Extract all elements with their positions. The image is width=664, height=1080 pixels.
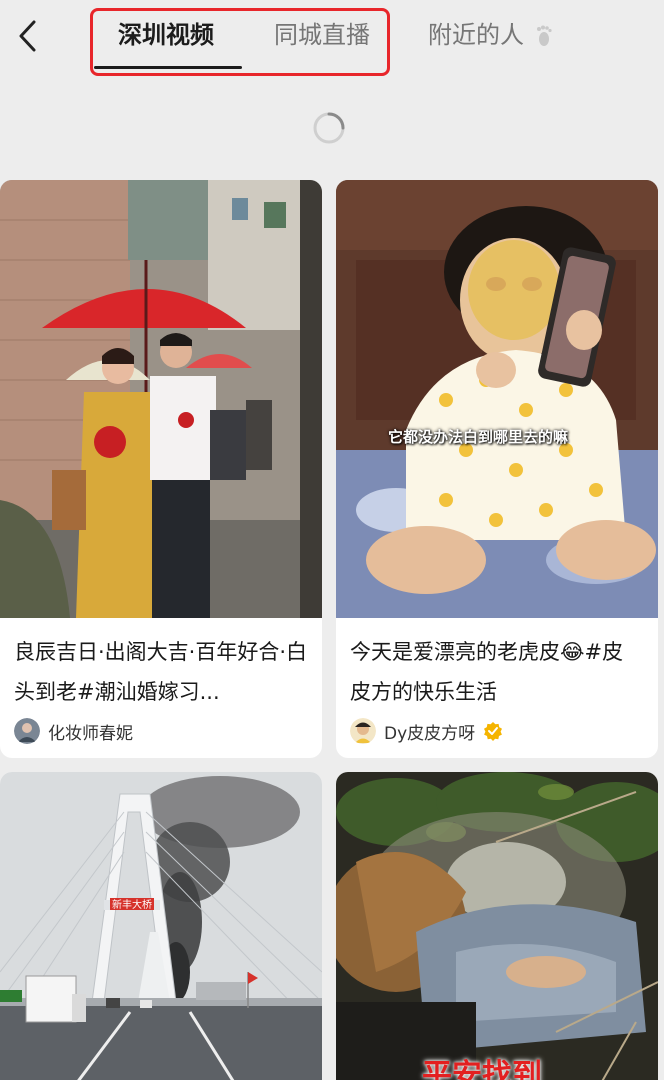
author-name: Dy皮皮方呀: [384, 723, 476, 744]
author-name: 化妆师春妮: [48, 723, 133, 744]
tab-shenzhen-video[interactable]: 深圳视频: [118, 18, 214, 52]
footprint-icon: [536, 25, 552, 46]
active-tab-indicator: [94, 66, 242, 69]
tab-nearby-label: 附近的人: [428, 21, 524, 49]
video-card[interactable]: 良辰吉日·出阁大吉·百年好合·白头到老#潮汕婚嫁习... 化妆师春妮: [0, 180, 322, 758]
author-row[interactable]: 化妆师春妮: [14, 716, 133, 746]
video-card[interactable]: 新丰大桥: [0, 772, 322, 1080]
video-card[interactable]: 它都没办法白到哪里去的嘛 今天是爱漂亮的老虎皮😂#皮皮方的快乐生活 Dy皮皮方呀: [336, 180, 658, 758]
tab-local-live[interactable]: 同城直播: [274, 18, 370, 52]
video-title: 今天是爱漂亮的老虎皮😂#皮皮方的快乐生活: [350, 640, 624, 704]
chevron-left-icon: [19, 20, 36, 52]
bridge-sign-text: 新丰大桥: [112, 898, 152, 911]
top-nav: 深圳视频 同城直播 附近的人: [0, 0, 664, 80]
video-thumbnail: 新丰大桥: [0, 772, 322, 1080]
video-thumbnail: [336, 180, 658, 618]
video-caption-overlay: 它都没办法白到哪里去的嘛: [388, 428, 569, 446]
tab-nearby-people[interactable]: 附近的人: [428, 18, 554, 52]
video-thumbnail: [0, 180, 322, 618]
video-title: 良辰吉日·出阁大吉·百年好合·白头到老#潮汕婚嫁习...: [14, 640, 308, 704]
avatar: [14, 718, 40, 744]
back-button[interactable]: [12, 16, 44, 56]
video-card[interactable]: 平安找到: [336, 772, 658, 1080]
spinner-icon: [313, 112, 345, 144]
video-thumbnail: [336, 772, 658, 1080]
video-caption-overlay: 平安找到: [422, 1058, 542, 1080]
avatar: [350, 718, 376, 744]
verified-badge-icon: [484, 722, 503, 741]
author-row[interactable]: Dy皮皮方呀: [350, 716, 503, 746]
